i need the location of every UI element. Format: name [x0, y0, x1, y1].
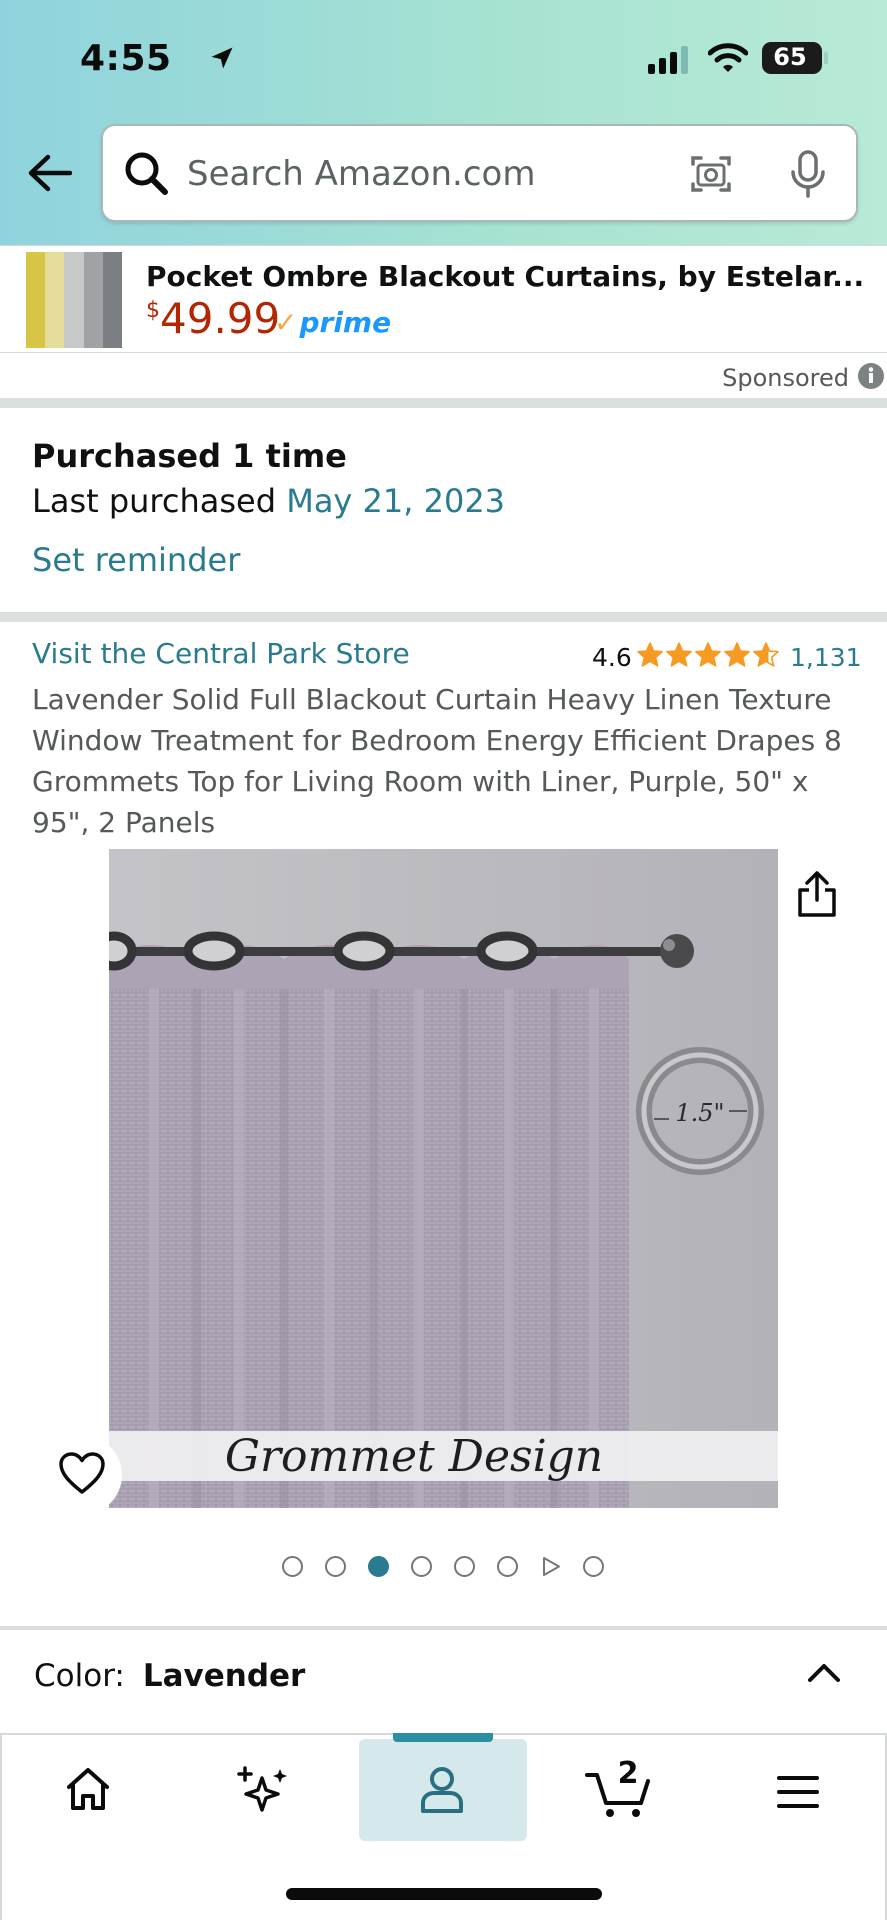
- sponsored-ad-banner[interactable]: Pocket Ombre Blackout Curtains, by Estel…: [0, 245, 887, 353]
- battery-level: 65: [773, 43, 807, 71]
- section-divider: [0, 1626, 887, 1630]
- info-icon[interactable]: [857, 362, 885, 394]
- prime-badge: ✓prime: [274, 306, 391, 339]
- carousel-dot[interactable]: [368, 1556, 389, 1577]
- curtain-illustration: 1.5" Grommet Design: [109, 849, 778, 1508]
- rating-value: 4.6: [592, 643, 632, 672]
- image-caption: Grommet Design: [225, 1431, 603, 1482]
- rating-count[interactable]: 1,131: [790, 643, 862, 672]
- ring-size-label: 1.5": [675, 1099, 724, 1127]
- heart-icon: [58, 1451, 106, 1499]
- account-icon[interactable]: [418, 1765, 466, 1819]
- menu-icon[interactable]: [776, 1775, 820, 1813]
- cart-count: 2: [618, 1756, 639, 1791]
- video-play-icon[interactable]: [540, 1556, 561, 1577]
- product-title: Lavender Solid Full Blackout Curtain Hea…: [32, 683, 842, 839]
- prime-check-icon: ✓: [274, 306, 298, 339]
- sponsored-label-row: Sponsored: [722, 362, 887, 394]
- star-icon: [753, 642, 779, 667]
- wishlist-button[interactable]: [42, 1435, 122, 1515]
- back-arrow-icon[interactable]: [26, 153, 73, 197]
- status-time: 4:55: [80, 38, 172, 79]
- search-bar[interactable]: [101, 124, 858, 222]
- carousel-dot[interactable]: [583, 1556, 604, 1577]
- star-icon: [637, 642, 663, 667]
- last-purchased-date[interactable]: May 21, 2023: [286, 482, 505, 520]
- wifi-icon: [707, 42, 749, 78]
- home-icon[interactable]: [64, 1765, 112, 1817]
- cart-icon[interactable]: 2: [584, 1753, 656, 1823]
- prime-label: prime: [299, 306, 392, 339]
- microphone-icon[interactable]: [789, 150, 827, 202]
- ad-product-thumbnail: [26, 252, 123, 348]
- last-purchased: Last purchased May 21, 2023: [32, 482, 505, 520]
- section-divider: [0, 398, 887, 408]
- nav-left-border: [0, 1733, 2, 1920]
- carousel-dot[interactable]: [411, 1556, 432, 1577]
- ad-price-currency: $: [146, 298, 160, 323]
- rating-stars[interactable]: [636, 641, 780, 669]
- color-value: Lavender: [142, 1658, 306, 1694]
- carousel-dot[interactable]: [454, 1556, 475, 1577]
- sponsored-label: Sponsored: [722, 364, 849, 392]
- color-label: Color:: [34, 1658, 125, 1694]
- carousel-dot[interactable]: [325, 1556, 346, 1577]
- share-icon[interactable]: [796, 870, 838, 922]
- ad-price-amount: 49.99: [160, 294, 281, 343]
- star-icon: [695, 642, 721, 667]
- image-carousel-dots[interactable]: [282, 1556, 604, 1577]
- home-indicator[interactable]: [286, 1888, 602, 1900]
- search-icon: [123, 150, 169, 200]
- ad-price: $49.99: [146, 294, 280, 343]
- star-icon: [666, 642, 692, 667]
- last-purchased-label: Last purchased: [32, 482, 277, 520]
- battery-icon: 65: [762, 42, 828, 74]
- ad-title[interactable]: Pocket Ombre Blackout Curtains, by Estel…: [146, 260, 864, 293]
- carousel-dot[interactable]: [497, 1556, 518, 1577]
- store-link[interactable]: Visit the Central Park Store: [32, 637, 410, 670]
- cellular-signal-icon: [648, 46, 692, 78]
- carousel-dot[interactable]: [282, 1556, 303, 1577]
- ai-sparkle-icon[interactable]: [236, 1765, 290, 1823]
- header: 4:55 65: [0, 0, 887, 245]
- star-icon: [724, 642, 750, 667]
- purchased-count: Purchased 1 time: [32, 437, 347, 475]
- nav-active-indicator: [393, 1733, 493, 1742]
- set-reminder-link[interactable]: Set reminder: [32, 541, 240, 579]
- search-input[interactable]: [187, 150, 607, 198]
- location-arrow-icon: [208, 44, 236, 76]
- color-selector[interactable]: Color: Lavender: [34, 1658, 305, 1694]
- camera-icon[interactable]: [689, 152, 733, 200]
- section-divider: [0, 612, 887, 622]
- chevron-up-icon[interactable]: [806, 1660, 842, 1688]
- product-image[interactable]: 1.5" Grommet Design: [109, 849, 778, 1508]
